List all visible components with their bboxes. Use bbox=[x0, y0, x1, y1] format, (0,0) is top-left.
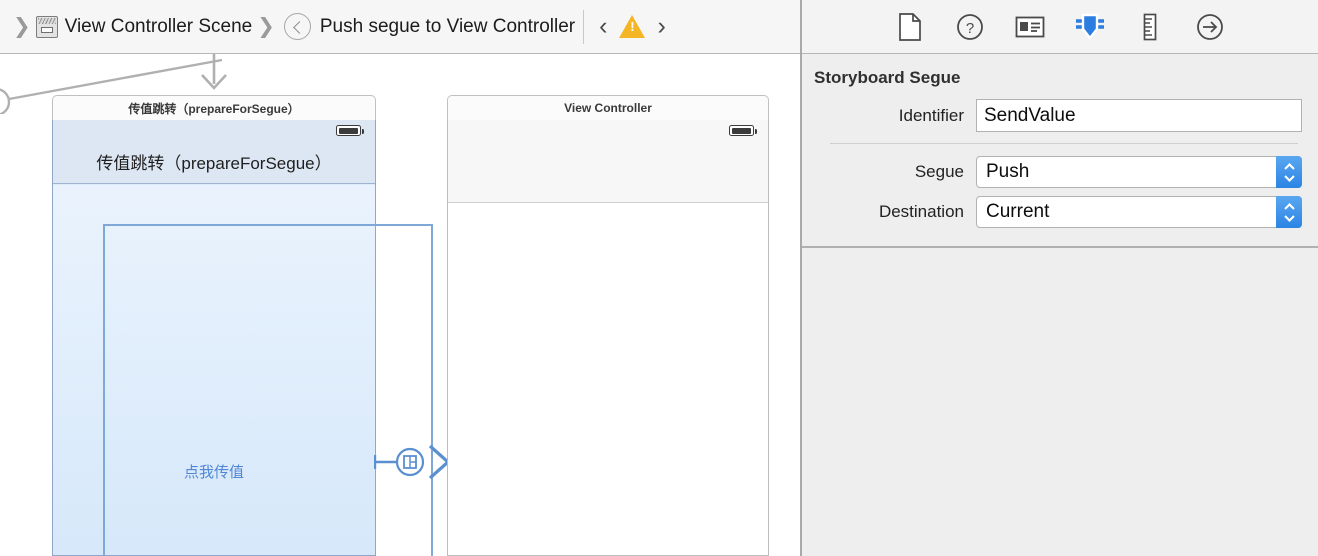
section-divider bbox=[830, 143, 1298, 144]
identifier-row: Identifier SendValue bbox=[814, 99, 1302, 132]
document-icon bbox=[899, 12, 921, 41]
previous-issue-button[interactable]: ‹ bbox=[594, 14, 612, 39]
segue-back-chevron-icon bbox=[283, 13, 311, 40]
navigation-bar[interactable]: 传值跳转（prepareForSegue） bbox=[53, 140, 375, 184]
quick-help-inspector-tab[interactable]: ? bbox=[953, 10, 987, 44]
warning-triangle-icon[interactable] bbox=[619, 15, 646, 38]
identity-inspector-tab[interactable] bbox=[1013, 10, 1047, 44]
chevron-down-icon bbox=[1283, 214, 1295, 222]
segue-dropdown[interactable]: Push bbox=[976, 156, 1302, 188]
scene-title-bar[interactable]: View Controller bbox=[447, 95, 769, 120]
scene-title-bar[interactable]: 传值跳转（prepareForSegue） bbox=[52, 95, 376, 120]
down-arrow-slider-icon bbox=[1076, 13, 1104, 40]
storyboard-scene-icon bbox=[35, 15, 58, 38]
destination-dropdown[interactable]: Current bbox=[976, 196, 1302, 228]
size-inspector-tab[interactable] bbox=[1133, 10, 1167, 44]
section-header: Storyboard Segue bbox=[814, 68, 961, 87]
view-controller-scene-2[interactable] bbox=[447, 120, 769, 556]
view-controller-view[interactable] bbox=[448, 204, 768, 555]
breadcrumb: ❯ View Controller Scene ❯ Push segue to … bbox=[0, 0, 800, 54]
battery-icon bbox=[729, 125, 757, 136]
chevron-up-icon bbox=[1283, 202, 1295, 210]
breadcrumb-divider bbox=[583, 9, 585, 44]
push-segue-connector-icon[interactable] bbox=[374, 440, 452, 484]
xcode-interface-builder-window: ❯ View Controller Scene ❯ Push segue to … bbox=[0, 0, 1318, 556]
breadcrumb-segue-label[interactable]: Push segue to View Controller bbox=[320, 16, 575, 38]
destination-dropdown-value: Current bbox=[986, 201, 1050, 222]
top-layout-area bbox=[448, 140, 768, 203]
identifier-label: Identifier bbox=[898, 105, 964, 125]
destination-label: Destination bbox=[878, 202, 964, 221]
inspector-tab-bar: ? bbox=[802, 0, 1318, 54]
destination-stepper-button[interactable] bbox=[1276, 196, 1302, 228]
navigation-bar-title: 传值跳转（prepareForSegue） bbox=[96, 154, 332, 173]
send-value-button[interactable]: 点我传值 bbox=[53, 461, 375, 482]
battery-icon bbox=[336, 125, 364, 136]
segue-stepper-button[interactable] bbox=[1276, 156, 1302, 188]
segue-label: Segue bbox=[914, 162, 964, 181]
id-card-icon bbox=[1015, 16, 1045, 37]
ruler-icon bbox=[1143, 13, 1157, 40]
breadcrumb-scene-label[interactable]: View Controller Scene bbox=[65, 16, 253, 38]
status-bar bbox=[53, 120, 375, 140]
view-controller-view[interactable]: 点我传值 bbox=[53, 185, 375, 555]
question-mark-icon: ? bbox=[957, 13, 983, 40]
chevron-down-icon bbox=[1283, 174, 1295, 182]
file-inspector-tab[interactable] bbox=[893, 10, 927, 44]
segue-row: Segue Push bbox=[814, 156, 1302, 188]
segue-dropdown-value: Push bbox=[986, 161, 1030, 182]
view-controller-scene-1[interactable]: 传值跳转（prepareForSegue） 点我传值 bbox=[52, 120, 376, 556]
scene-title-label: 传值跳转（prepareForSegue） bbox=[128, 101, 300, 116]
storyboard-segue-section: Storyboard Segue Identifier SendValue Se… bbox=[802, 54, 1318, 248]
connections-inspector-tab[interactable] bbox=[1193, 10, 1227, 44]
entry-point-arrow-icon bbox=[201, 54, 227, 90]
chevron-up-icon bbox=[1283, 162, 1295, 170]
destination-row: Destination Current bbox=[814, 196, 1302, 228]
status-bar bbox=[448, 120, 768, 140]
identifier-input[interactable]: SendValue bbox=[976, 99, 1302, 132]
attributes-inspector-tab[interactable] bbox=[1073, 10, 1107, 44]
breadcrumb-separator-chevron-icon: ❯ bbox=[257, 15, 275, 38]
inspector-empty-area bbox=[802, 248, 1318, 532]
storyboard-canvas[interactable]: 传值跳转（prepareForSegue） 传值跳转（prepareForSeg… bbox=[0, 54, 800, 556]
arrow-in-circle-icon bbox=[1197, 13, 1223, 40]
breadcrumb-leading-chevron-icon: ❯ bbox=[13, 15, 31, 38]
utilities-inspector-panel: ? Storyboard Segue Identifier SendValue … bbox=[800, 0, 1318, 556]
svg-text:?: ? bbox=[966, 20, 974, 37]
next-issue-button[interactable]: › bbox=[652, 14, 670, 39]
scene-title-label: View Controller bbox=[564, 101, 652, 115]
